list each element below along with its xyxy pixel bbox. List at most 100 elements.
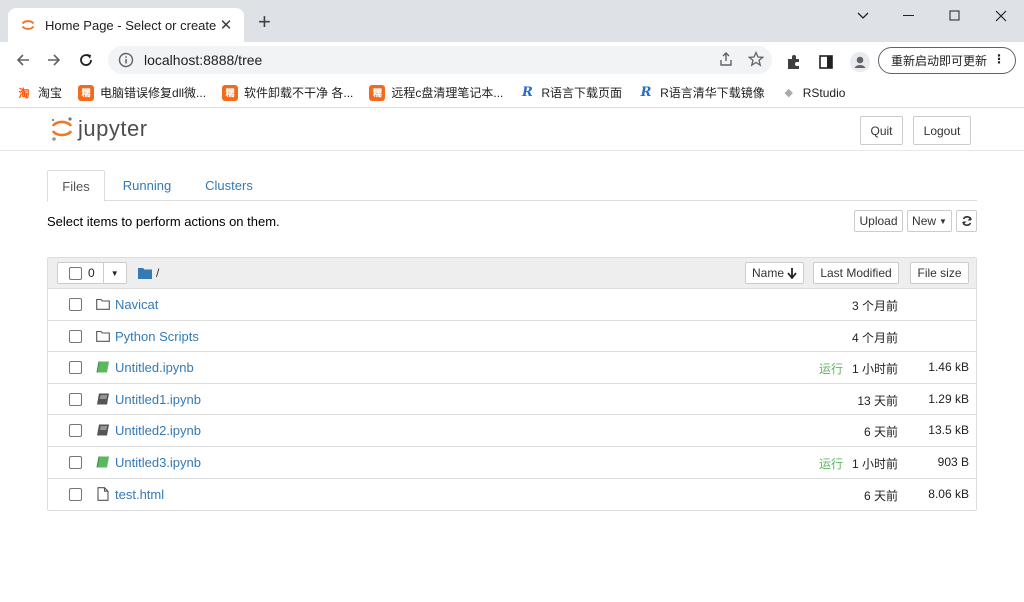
bookmark-label: R语言清华下载镜像	[660, 86, 765, 100]
folder-icon	[96, 330, 110, 342]
new-dropdown-button[interactable]: New ▼	[907, 210, 952, 232]
bookmark-item[interactable]: R R语言下载页面	[519, 84, 622, 101]
file-name-link[interactable]: test.html	[115, 487, 164, 502]
nuo-icon: 糯	[369, 84, 386, 101]
jupyter-page: jupyter Quit Logout Files Running Cluste…	[0, 109, 1024, 602]
bookmark-item[interactable]: 淘淘宝	[16, 84, 63, 101]
minimize-icon[interactable]	[886, 0, 932, 32]
sort-size-button[interactable]: File size	[910, 262, 969, 284]
tab-search-icon[interactable]	[840, 0, 886, 32]
update-button[interactable]: 重新启动即可更新 ⋮	[878, 47, 1016, 74]
last-modified: 4 个月前	[851, 330, 898, 345]
file-name-link[interactable]: Untitled.ipynb	[115, 360, 194, 375]
tab-running[interactable]: Running	[110, 170, 184, 201]
row-checkbox[interactable]	[69, 298, 82, 311]
file-name-link[interactable]: Untitled1.ipynb	[115, 392, 201, 407]
row-checkbox[interactable]	[69, 361, 82, 375]
file-size: 8.06 kB	[928, 486, 969, 501]
file-row[interactable]: test.html 6 天前 8.06 kB	[48, 479, 976, 511]
update-button-label: 重新启动即可更新	[891, 54, 988, 68]
bookmarks-bar: 淘淘宝 糯电脑错误修复dll微... 糯软件卸载不干净 各... 糯远程c盘清理…	[0, 78, 1024, 108]
url-text: localhost:8888/tree	[144, 52, 263, 68]
share-icon[interactable]	[718, 51, 734, 70]
file-name-link[interactable]: Untitled3.ipynb	[115, 455, 201, 470]
extensions-icon[interactable]	[786, 54, 802, 73]
file-list-header: 0 ▼ / Name Last Modified File size	[48, 258, 976, 289]
sort-name-label: Name	[751, 266, 784, 280]
row-checkbox[interactable]	[69, 487, 82, 501]
file-name-link[interactable]: Untitled2.ipynb	[115, 423, 201, 438]
bookmark-item[interactable]: 糯软件卸载不干净 各...	[222, 84, 353, 101]
reload-icon[interactable]	[76, 50, 96, 70]
bookmark-label: RStudio	[802, 85, 846, 100]
tab-title: Home Page - Select or create	[45, 17, 217, 33]
file-row[interactable]: Python Scripts 4 个月前	[48, 321, 976, 353]
selected-count: 0	[88, 266, 95, 280]
row-checkbox[interactable]	[69, 329, 82, 343]
new-tab-icon[interactable]: +	[258, 11, 271, 33]
maximize-icon[interactable]	[932, 0, 978, 32]
close-tab-icon[interactable]: ✕	[218, 16, 234, 34]
select-dropdown-caret-icon[interactable]: ▼	[104, 263, 126, 283]
browser-tab[interactable]: Home Page - Select or create ✕	[8, 8, 244, 42]
file-size: 1.29 kB	[928, 391, 969, 406]
logout-button[interactable]: Logout	[913, 116, 971, 145]
taobao-icon: 淘	[18, 87, 30, 100]
upload-button[interactable]: Upload	[854, 210, 903, 232]
close-window-icon[interactable]	[978, 0, 1024, 32]
file-row[interactable]: Untitled3.ipynb 运行 1 小时前 903 B	[48, 447, 976, 479]
tab-clusters[interactable]: Clusters	[194, 170, 264, 201]
notebook-running-icon	[96, 456, 109, 468]
last-modified: 3 个月前	[851, 299, 898, 313]
jupyter-header: jupyter Quit Logout	[0, 109, 1024, 151]
bookmark-item[interactable]: 糯电脑错误修复dll微...	[78, 84, 206, 101]
select-all-toggle[interactable]: 0	[58, 263, 104, 283]
breadcrumb-path[interactable]: /	[156, 266, 159, 280]
bookmark-label: 电脑错误修复dll微...	[100, 86, 207, 100]
bookmark-star-icon[interactable]	[747, 50, 765, 70]
browser-toolbar: localhost:8888/tree 重新启动即可更新 ⋮	[0, 42, 1024, 78]
last-modified: 13 天前	[857, 393, 898, 408]
site-info-icon[interactable]	[118, 52, 134, 68]
jupyter-favicon-icon	[21, 20, 35, 30]
file-row[interactable]: Untitled1.ipynb 13 天前 1.29 kB	[48, 384, 976, 416]
bookmark-label: 远程c盘清理笔记本...	[391, 86, 504, 100]
folder-home-icon[interactable]	[138, 267, 152, 279]
notebook-running-icon	[96, 361, 109, 373]
nuo-icon: 糯	[78, 84, 95, 101]
file-actions: Upload New ▼	[854, 210, 977, 232]
row-checkbox[interactable]	[69, 424, 82, 438]
tab-files[interactable]: Files	[47, 170, 105, 202]
jupyter-logo[interactable]: jupyter	[50, 115, 148, 143]
sort-name-button[interactable]: Name	[745, 262, 804, 284]
side-panel-icon[interactable]	[818, 54, 834, 73]
bookmark-item[interactable]: 糯远程c盘清理笔记本...	[369, 84, 503, 101]
file-name-link[interactable]: Navicat	[115, 297, 158, 312]
file-row[interactable]: Untitled.ipynb 运行 1 小时前 1.46 kB	[48, 352, 976, 384]
file-size: 903 B	[937, 454, 969, 469]
file-row[interactable]: Untitled2.ipynb 6 天前 13.5 kB	[48, 415, 976, 447]
bookmark-label: R语言下载页面	[541, 86, 623, 100]
menu-dots-icon[interactable]: ⋮	[993, 52, 1005, 66]
file-name-link[interactable]: Python Scripts	[115, 329, 199, 344]
r-language-icon: R	[640, 85, 652, 100]
refresh-button[interactable]	[956, 210, 977, 232]
row-checkbox[interactable]	[69, 455, 82, 469]
bookmark-item[interactable]: R R语言清华下载镜像	[638, 84, 765, 101]
profile-avatar-icon[interactable]	[850, 52, 870, 75]
select-all-group: 0 ▼	[57, 262, 127, 284]
arrow-down-icon	[787, 267, 797, 279]
row-checkbox[interactable]	[69, 392, 82, 406]
sort-modified-button[interactable]: Last Modified	[813, 262, 899, 284]
browser-tabstrip: Home Page - Select or create ✕ +	[0, 0, 1024, 42]
notebook-icon	[97, 424, 109, 436]
file-row[interactable]: Navicat 3 个月前	[48, 289, 976, 321]
back-icon[interactable]	[13, 50, 33, 70]
file-icon	[97, 486, 109, 501]
select-all-checkbox[interactable]	[69, 266, 82, 280]
forward-icon[interactable]	[44, 50, 64, 70]
address-bar[interactable]: localhost:8888/tree	[108, 46, 772, 74]
bookmark-item[interactable]: ◆ RStudio	[781, 85, 846, 101]
bookmark-label: 淘宝	[38, 86, 63, 100]
quit-button[interactable]: Quit	[860, 116, 903, 145]
